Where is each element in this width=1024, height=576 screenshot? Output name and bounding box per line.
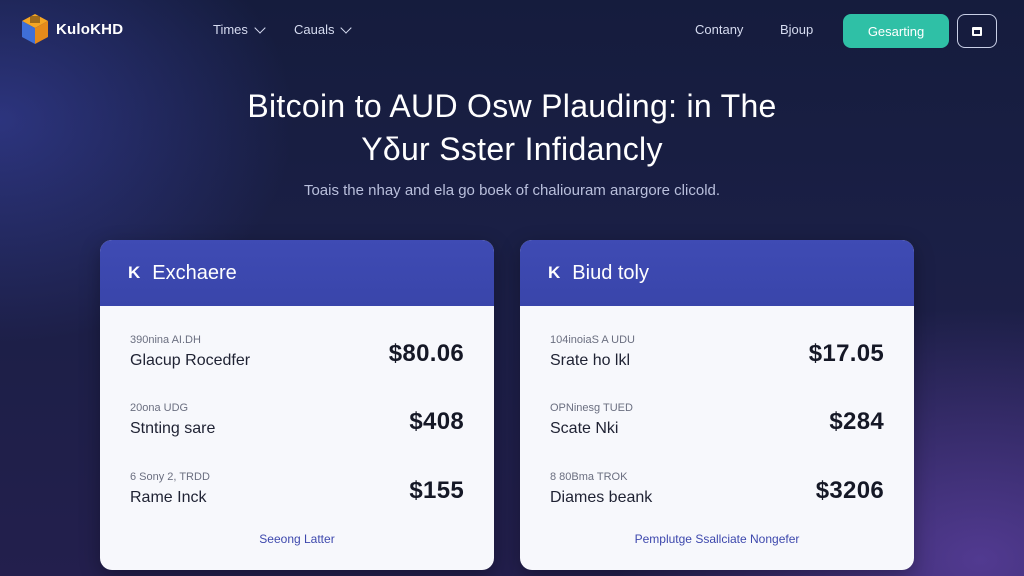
hero-title-line-2: Yδur Sster Infidancly — [361, 131, 663, 167]
row-name: Glacup Rocedfer — [130, 352, 251, 369]
nav-link-label: Cauals — [294, 22, 335, 37]
row-subtitle: 6 Sony 2, TRDD — [130, 471, 210, 483]
card-footer-link[interactable]: Pemplutge Ssallciate Nongefer — [520, 532, 914, 546]
nav-link-bjoup[interactable]: Bjoup — [780, 22, 813, 37]
row-value: $3206 — [815, 477, 884, 504]
back-arrow-icon: K — [128, 263, 141, 282]
row-name: Srate ho lkl — [550, 352, 631, 369]
top-navbar: KuloKHD Times Cauals Contany Bjoup Gesar… — [0, 0, 1024, 62]
card-header[interactable]: K Exchaere — [100, 240, 494, 306]
row-subtitle: 20ona UDG — [130, 402, 189, 414]
card-header[interactable]: K Biud toly — [520, 240, 914, 306]
printer-button[interactable] — [957, 14, 997, 48]
back-arrow-icon: K — [548, 263, 561, 282]
nav-link-label: Contany — [695, 22, 744, 37]
row-value: $80.06 — [388, 340, 464, 367]
card-title: Biud toly — [572, 261, 649, 284]
row-subtitle: 390nina AI.DH — [130, 334, 201, 346]
chevron-down-icon — [340, 21, 353, 34]
chevron-down-icon — [254, 21, 266, 34]
nav-link-label: Times — [213, 22, 248, 37]
rate-row[interactable]: 6 Sony 2, TRDD Rame Inck $155 — [130, 471, 464, 521]
brand-logo[interactable]: KuloKHD — [20, 12, 123, 46]
cube-logo-icon — [20, 12, 50, 46]
hero-subtitle: Toais the nhay and ela go boek of chalio… — [303, 182, 721, 199]
row-subtitle: OPNinesg TUED — [550, 402, 633, 414]
row-name: Stnting sare — [130, 420, 216, 437]
nav-dropdown-times[interactable]: Times — [213, 21, 266, 37]
buy-card: K Biud toly 104inoiaS A UDU Srate ho lkl… — [520, 240, 914, 570]
rate-row[interactable]: 20ona UDG Stnting sare $408 — [130, 402, 464, 452]
card-title: Exchaere — [152, 261, 237, 284]
rate-row[interactable]: 104inoiaS A UDU Srate ho lkl $17.05 — [550, 334, 884, 384]
row-name: Scate Nki — [550, 420, 619, 437]
hero-title-line-1: Bitcoin to AUD Osw Plauding: in The — [247, 88, 777, 124]
get-started-button[interactable]: Gesarting — [843, 14, 949, 48]
row-value: $408 — [409, 408, 464, 435]
exchange-card: K Exchaere 390nina AI.DH Glacup Rocedfer… — [100, 240, 494, 570]
brand-name: KuloKHD — [56, 20, 124, 38]
row-name: Diames beank — [550, 489, 653, 506]
rate-row[interactable]: 8 80Bma TROK Diames beank $3206 — [550, 471, 884, 521]
rate-row[interactable]: 390nina AI.DH Glacup Rocedfer $80.06 — [130, 334, 464, 384]
row-value: $155 — [409, 477, 464, 504]
card-footer-link[interactable]: Seeong Latter — [100, 532, 494, 546]
rate-row[interactable]: OPNinesg TUED Scate Nki $284 — [550, 402, 884, 452]
row-name: Rame Inck — [130, 489, 207, 506]
row-value: $284 — [829, 408, 884, 435]
nav-link-contany[interactable]: Contany — [695, 22, 743, 37]
row-subtitle: 104inoiaS A UDU — [550, 334, 635, 346]
row-subtitle: 8 80Bma TROK — [550, 471, 628, 483]
row-value: $17.05 — [808, 340, 884, 367]
nav-dropdown-cauals[interactable]: Cauals — [294, 21, 353, 37]
printer-icon — [972, 26, 982, 36]
nav-link-label: Bjoup — [780, 22, 814, 37]
